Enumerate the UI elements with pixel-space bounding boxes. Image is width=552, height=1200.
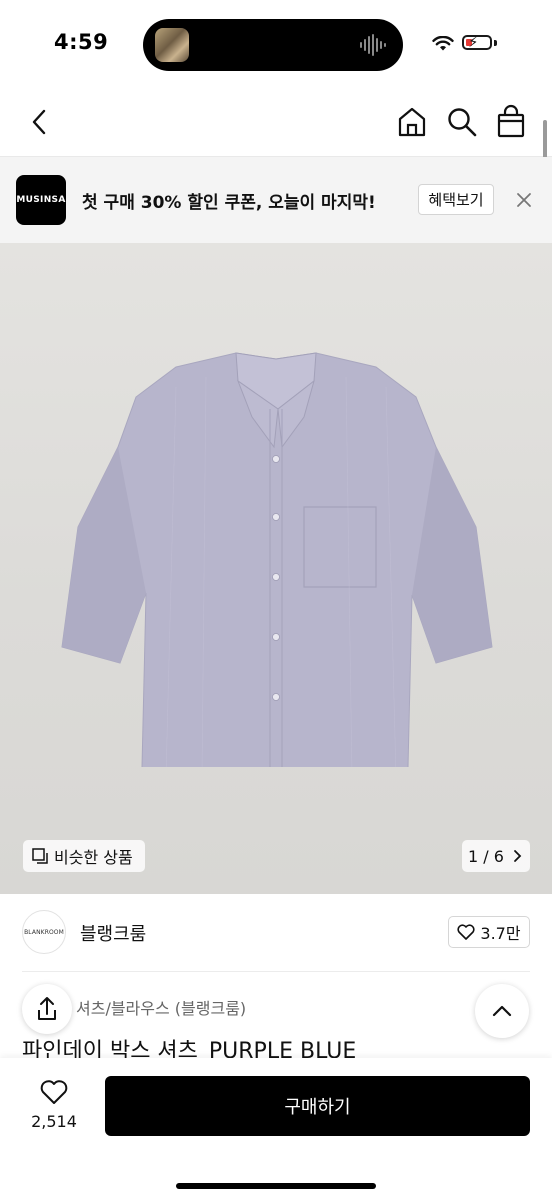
home-icon[interactable] (396, 106, 428, 138)
brand-like-button[interactable]: 3.7만 (448, 916, 530, 948)
back-button[interactable] (28, 108, 52, 136)
charging-bolt-icon: ⚡︎ (468, 33, 479, 51)
battery-cap (494, 40, 497, 46)
chevron-right-icon (514, 850, 522, 862)
scroll-to-top-button[interactable] (475, 984, 529, 1038)
product-category[interactable]: 셔츠/블라우스 (블랭크룸) (76, 995, 246, 1019)
status-time: 4:59 (54, 30, 109, 54)
share-icon (38, 997, 56, 1020)
view-benefits-button[interactable]: 혜택보기 (418, 184, 494, 215)
heart-icon (457, 924, 475, 940)
brand-logo[interactable]: BLANKROOM (22, 910, 66, 954)
brand-divider (22, 971, 530, 972)
share-button[interactable] (22, 984, 72, 1034)
product-image-gallery[interactable]: 비슷한 상품 1 / 6 (0, 243, 552, 894)
wifi-icon (432, 36, 454, 51)
search-icon[interactable] (446, 106, 478, 138)
shirt-product-photo (61, 352, 493, 767)
similar-products-button[interactable]: 비슷한 상품 (23, 840, 145, 872)
buy-button[interactable]: 구매하기 (105, 1076, 530, 1136)
similar-products-label: 비슷한 상품 (54, 848, 133, 867)
home-indicator[interactable] (176, 1183, 376, 1189)
now-playing-thumbnail (155, 28, 189, 62)
promo-banner[interactable]: MUSINSA 첫 구매 30% 할인 쿠폰, 오늘이 마지막! 혜택보기 (0, 157, 552, 243)
chevron-up-icon (492, 1005, 512, 1017)
similar-products-icon (32, 848, 48, 864)
close-icon[interactable] (514, 190, 534, 210)
musinsa-logo: MUSINSA (16, 175, 66, 225)
brand-name[interactable]: 블랭크룸 (80, 920, 146, 946)
promo-message: 첫 구매 30% 할인 쿠폰, 오늘이 마지막! (82, 193, 376, 213)
image-counter-text: 1 / 6 (468, 846, 504, 866)
wishlist-count: 2,514 (31, 1112, 77, 1131)
shopping-bag-icon[interactable] (496, 104, 526, 138)
image-counter[interactable]: 1 / 6 (462, 840, 530, 872)
heart-icon (40, 1080, 68, 1104)
purchase-bar: 2,514 구매하기 (0, 1058, 552, 1200)
brand-like-count: 3.7만 (480, 924, 521, 943)
wishlist-button[interactable]: 2,514 (28, 1078, 80, 1138)
audio-wave-icon (360, 34, 386, 56)
dynamic-island (143, 19, 403, 71)
